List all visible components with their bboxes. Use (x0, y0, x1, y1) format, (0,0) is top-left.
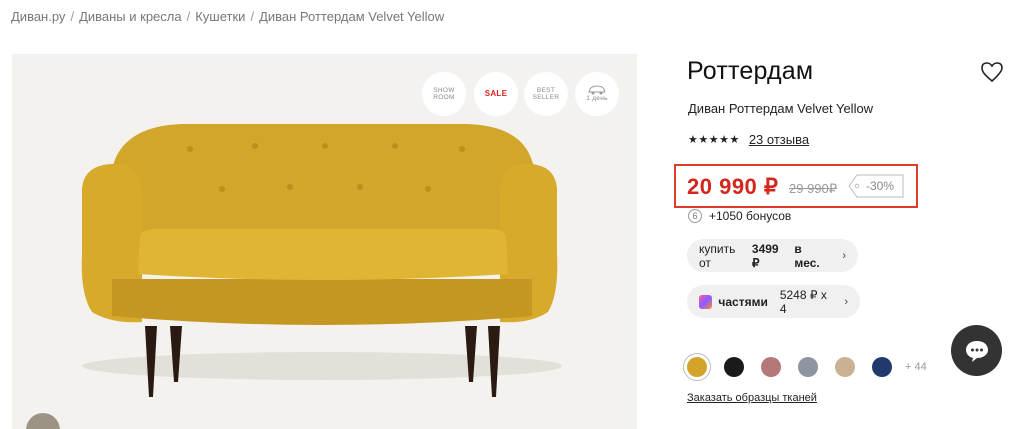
rating-stars: ★★★★★ (688, 134, 740, 146)
swatch-black[interactable] (724, 357, 744, 377)
showroom-badge-label: SHOW ROOM (433, 86, 455, 101)
breadcrumb-separator: / (186, 9, 191, 24)
product-title: Роттердам (687, 57, 814, 85)
delivery-badge-label: 1 день (586, 95, 608, 103)
bonus-label: +1050 бонусов (709, 209, 792, 223)
more-swatches[interactable]: + 44 (905, 361, 927, 373)
breadcrumb-separator: / (70, 9, 75, 24)
order-samples-link[interactable]: Заказать образцы тканей (687, 392, 817, 404)
installment-button[interactable]: купить от 3499 ₽ в мес. › (687, 239, 858, 272)
bonus-icon: 6 (688, 209, 702, 223)
sale-badge: SALE (474, 72, 518, 116)
breadcrumb: Диван.ру / Диваны и кресла / Кушетки / Диван Р… (11, 9, 444, 24)
discount-label: -30% (866, 179, 895, 193)
chat-icon (965, 340, 988, 362)
swatch-navy[interactable] (872, 357, 892, 377)
breadcrumb-separator: / (250, 9, 255, 24)
sale-badge-label: SALE (484, 89, 508, 99)
breadcrumb-home[interactable]: Диван.ру (11, 9, 65, 24)
delivery-badge: 1 день (575, 72, 619, 116)
bonus-info: 6 +1050 бонусов (688, 209, 791, 223)
chevron-right-icon: › (842, 249, 846, 262)
old-price: 29 990₽ (789, 181, 838, 196)
car-icon (588, 85, 606, 95)
rating: ★★★★★ 23 отзыва (688, 132, 809, 147)
installment-prefix: купить от (699, 241, 736, 270)
swatch-yellow-selected[interactable] (683, 353, 711, 381)
swatch-beige[interactable] (835, 357, 855, 377)
installment-suffix: в мес. (794, 241, 820, 270)
chevron-right-icon: › (844, 295, 848, 308)
bestseller-badge-label: BEST SELLER (532, 86, 560, 101)
parts-logo-icon (699, 294, 713, 309)
installment-amount: 3499 ₽ (751, 241, 779, 270)
heart-icon[interactable] (980, 61, 1004, 83)
parts-name: частями (718, 294, 768, 309)
reviews-link[interactable]: 23 отзыва (749, 132, 809, 147)
swatch-fill (687, 357, 707, 377)
breadcrumb-sofas[interactable]: Диваны и кресла (79, 9, 182, 24)
product-subtitle: Диван Роттердам Velvet Yellow (688, 101, 874, 116)
breadcrumb-couches[interactable]: Кушетки (195, 9, 245, 24)
swatch-rose[interactable] (761, 357, 781, 377)
current-price: 20 990 ₽ (687, 174, 779, 199)
breadcrumb-current: Диван Роттердам Velvet Yellow (259, 9, 445, 24)
parts-payment-button[interactable]: частями 5248 ₽ x 4 › (687, 285, 860, 318)
showroom-badge: SHOW ROOM (422, 72, 466, 116)
color-swatches: + 44 (683, 353, 927, 381)
product-image[interactable]: SHOW ROOM SALE BEST SELLER 1 день (12, 54, 637, 429)
chat-button[interactable] (951, 325, 1002, 376)
bestseller-badge: BEST SELLER (524, 72, 568, 116)
parts-value: 5248 ₽ x 4 (779, 287, 827, 316)
swatch-grey[interactable] (798, 357, 818, 377)
